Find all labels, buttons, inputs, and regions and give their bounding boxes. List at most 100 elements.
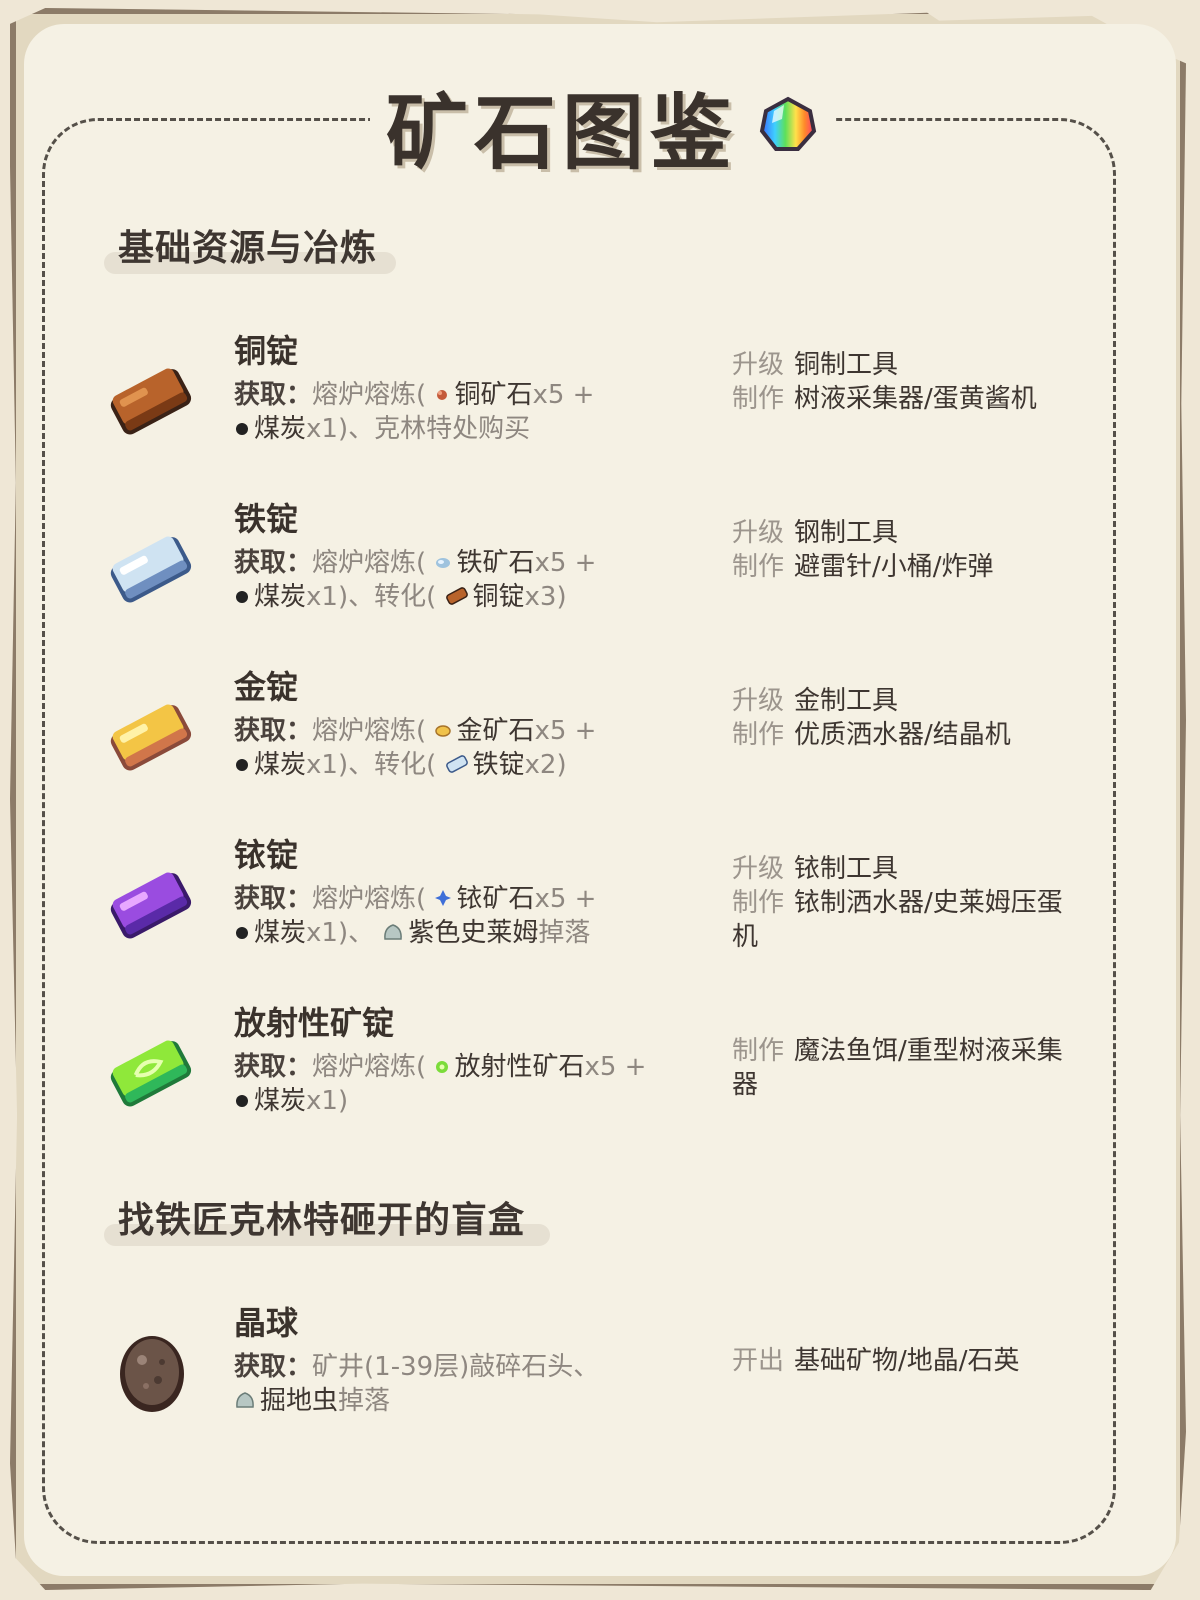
ingredient-quantity: x5 + (584, 1052, 647, 1082)
item-name: 放射性矿锭 (234, 1004, 395, 1042)
upgrade-label: 升级 (732, 854, 785, 884)
item-copper-bar: 铜锭 获取：熔炉熔炼( 铜矿石x5 + 煤炭x1)、克林特处购买 升级 铜制工具 … (100, 332, 1100, 492)
coal-icon (236, 758, 248, 771)
ingredient-quantity: x5 + (532, 380, 595, 410)
ingredient-quantity: x2) (524, 750, 567, 780)
ingredient-quantity: x5 + (534, 716, 597, 746)
coal-icon (236, 1094, 248, 1107)
item-iridium-bar: 铱锭 获取：熔炉熔炼( 铱矿石x5 + 煤炭x1)、 紫色史莱姆掉落 升级 铱制工… (100, 836, 1100, 996)
upgrade-label: 升级 (732, 686, 785, 716)
craft-label: 制作 (732, 384, 785, 414)
item-uses: 升级 铱制工具 制作 铱制洒水器/史莱姆压蛋机 (732, 852, 1072, 954)
item-uses: 升级 金制工具 制作 优质洒水器/结晶机 (732, 684, 1072, 752)
ingredient-quantity: x5 + (534, 884, 597, 914)
item-name: 晶球 (234, 1304, 299, 1342)
page-title: 矿石图鉴 (386, 85, 739, 181)
item-iron-bar: 铁锭 获取：熔炉熔炼( 铁矿石x5 + 煤炭x1)、转化( 铜锭x3) 升级 钢制… (100, 500, 1100, 660)
ingredient-quantity: x3) (524, 582, 567, 612)
obtain-label: 获取： (234, 1052, 313, 1082)
item-radioactive-bar: 放射性矿锭 获取：熔炉熔炼( 放射性矿石x5 + 煤炭x1) 制作 魔法鱼饵/重型… (100, 1004, 1100, 1164)
ingredient-name: 煤炭 (254, 750, 307, 780)
ingredient-quantity: x5 + (534, 548, 597, 578)
item-obtain-text: 获取：矿井(1-39层)敲碎石头、 掘地虫掉落 (234, 1350, 694, 1418)
ingredient-quantity: x1)、 (306, 918, 375, 948)
craft-label: 制作 (732, 720, 785, 750)
iron-bar-icon (110, 536, 192, 603)
ingredient-name: 紫色史莱姆 (408, 918, 539, 948)
ingredient-name: 放射性矿石 (454, 1052, 585, 1082)
section-heading-text: 找铁匠克林特砸开的盲盒 (118, 1200, 526, 1241)
item-name: 金锭 (234, 668, 299, 706)
obtain-alternative: 克林特处购买 (374, 414, 531, 444)
item-name: 铱锭 (234, 836, 299, 874)
obtain-label: 获取： (234, 1352, 313, 1382)
copper-bar-icon (110, 368, 192, 435)
ingredient-name: 煤炭 (254, 582, 307, 612)
item-uses: 制作 魔法鱼饵/重型树液采集器 (732, 1034, 1072, 1102)
ingredient-name: 掘地虫 (260, 1386, 339, 1416)
item-name: 铜锭 (234, 332, 299, 370)
iron-ore-icon (436, 557, 451, 568)
obtain-label: 获取： (234, 548, 313, 578)
coal-icon (236, 422, 248, 435)
coal-icon (236, 926, 248, 939)
obtain-label: 获取： (234, 884, 313, 914)
item-obtain-text: 获取：熔炉熔炼( 铜矿石x5 + 煤炭x1)、克林特处购买 (234, 378, 694, 446)
item-uses: 升级 铜制工具 制作 树液采集器/蛋黄酱机 (732, 348, 1072, 416)
ingredient-name: 煤炭 (254, 1086, 307, 1116)
craft-label: 制作 (732, 888, 785, 918)
obtain-label: 获取： (234, 380, 313, 410)
ingredient-quantity: x1)、转化( (306, 582, 437, 612)
radioactive-ore-icon (436, 1060, 449, 1073)
iron-bar-small-icon (445, 754, 468, 773)
craft-value: 优质洒水器/结晶机 (794, 720, 1011, 750)
obtain-method: 熔炉熔炼( (312, 884, 427, 914)
upgrade-value: 铜制工具 (794, 350, 899, 380)
copper-ore-icon (437, 389, 448, 400)
upgrade-label: 升级 (732, 518, 785, 548)
iridium-bar-icon (110, 872, 192, 939)
item-gold-bar: 金锭 获取：熔炉熔炼( 金矿石x5 + 煤炭x1)、转化( 铁锭x2) 升级 金制… (100, 668, 1100, 828)
craft-label: 制作 (732, 552, 785, 582)
section-heading-basic-resources: 基础资源与冶炼 (104, 222, 396, 274)
gold-ore-icon (435, 724, 452, 737)
item-obtain-text: 获取：熔炉熔炼( 放射性矿石x5 + 煤炭x1) (234, 1050, 694, 1118)
item-obtain-text: 获取：熔炉熔炼( 铁矿石x5 + 煤炭x1)、转化( 铜锭x3) (234, 546, 694, 614)
open-value: 基础矿物/地晶/石英 (794, 1346, 1020, 1376)
item-name: 铁锭 (234, 500, 299, 538)
slime-icon (384, 923, 403, 940)
obtain-alternative: 掉落 (538, 918, 591, 948)
ingredient-name: 铁矿石 (456, 548, 535, 578)
ingredient-quantity: x1)、转化( (306, 750, 437, 780)
ingredient-name: 铜锭 (472, 582, 525, 612)
iridium-ore-icon (435, 889, 452, 906)
prismatic-shard-icon (759, 96, 817, 151)
upgrade-value: 钢制工具 (794, 518, 899, 548)
ingredient-quantity: x1) (306, 1086, 349, 1116)
section-heading-text: 基础资源与冶炼 (118, 228, 378, 269)
craft-label: 制作 (732, 1036, 785, 1066)
item-geode: 晶球 获取：矿井(1-39层)敲碎石头、 掘地虫掉落 开出 基础矿物/地晶/石英 (100, 1304, 1100, 1464)
obtain-method: 熔炉熔炼( (312, 1052, 427, 1082)
radioactive-bar-icon (110, 1040, 192, 1107)
obtain-label: 获取： (234, 716, 313, 746)
ingredient-quantity: x1)、 (306, 414, 375, 444)
section-heading-geode: 找铁匠克林特砸开的盲盒 (104, 1194, 550, 1246)
item-uses: 升级 钢制工具 制作 避雷针/小桶/炸弹 (732, 516, 1072, 584)
ingredient-name: 铜矿石 (454, 380, 533, 410)
gold-bar-icon (110, 704, 192, 771)
coal-icon (236, 590, 248, 603)
obtain-method: 熔炉熔炼( (312, 380, 427, 410)
craft-value: 树液采集器/蛋黄酱机 (794, 384, 1037, 414)
upgrade-label: 升级 (732, 350, 785, 380)
craft-value: 避雷针/小桶/炸弹 (794, 552, 994, 582)
open-label: 开出 (732, 1346, 785, 1376)
geode-icon (120, 1336, 184, 1412)
ingredient-name: 金矿石 (456, 716, 535, 746)
ingredient-name: 煤炭 (254, 918, 307, 948)
obtain-method: 熔炉熔炼( (312, 716, 427, 746)
item-obtain-text: 获取：熔炉熔炼( 金矿石x5 + 煤炭x1)、转化( 铁锭x2) (234, 714, 694, 782)
upgrade-value: 铱制工具 (794, 854, 899, 884)
copper-bar-small-icon (445, 586, 468, 605)
obtain-method: 熔炉熔炼( (312, 548, 427, 578)
